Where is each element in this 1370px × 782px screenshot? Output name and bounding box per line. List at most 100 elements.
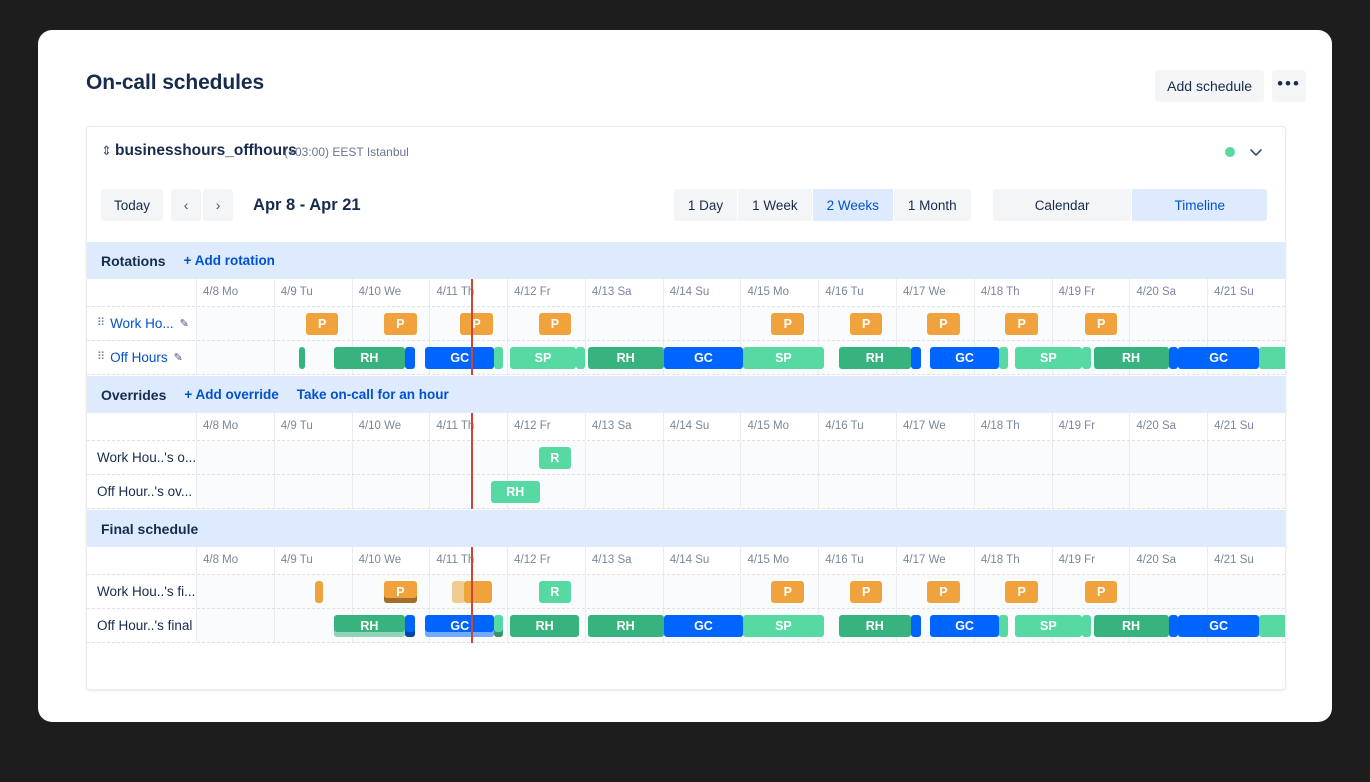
shift-bar-gc[interactable]: GC	[663, 614, 744, 637]
more-actions-button[interactable]: •••	[1272, 70, 1306, 102]
zoom-option-1-day[interactable]: 1 Day	[673, 189, 739, 221]
lane-label[interactable]: ⠿ Off Hours ✎	[87, 341, 197, 374]
lane-label[interactable]: Work Hou..'s fi...	[87, 575, 197, 608]
view-option-calendar[interactable]: Calendar	[992, 189, 1133, 221]
shift-bar-gc[interactable]: GC	[663, 346, 744, 369]
shift-bar-sp[interactable]: SP	[510, 346, 576, 369]
lane-label[interactable]: Off Hour..'s final	[87, 609, 197, 642]
shift-bar-gc[interactable]: GC	[930, 346, 999, 369]
shift-bar[interactable]	[910, 614, 921, 637]
shift-bar[interactable]	[998, 346, 1008, 369]
shift-bar[interactable]	[1081, 346, 1092, 369]
shift-bar[interactable]	[299, 346, 305, 369]
shift-bar-rh[interactable]: RH	[334, 614, 405, 637]
shift-bar-p[interactable]: P	[384, 312, 417, 335]
date-header-cell: 4/19 Fr	[1053, 279, 1131, 306]
shift-bar-sp[interactable]: SP	[1015, 346, 1082, 369]
date-header-cell: 4/12 Fr	[508, 279, 586, 306]
lane-label[interactable]: ⠿ Work Ho... ✎	[87, 307, 197, 340]
shift-bar-p[interactable]: P	[927, 580, 960, 603]
shift-bar[interactable]	[404, 614, 415, 637]
today-button[interactable]: Today	[101, 189, 164, 221]
lane-label[interactable]: Off Hour..'s ov...	[87, 475, 197, 508]
lane-label[interactable]: Work Hou..'s o...	[87, 441, 197, 474]
shift-bar-sp[interactable]: SP	[1258, 614, 1285, 637]
shift-bar-p[interactable]: P	[849, 580, 883, 603]
shift-bar-rh[interactable]: RH	[490, 480, 540, 503]
shift-bar[interactable]	[404, 346, 415, 369]
shift-bar-p[interactable]: P	[1005, 312, 1038, 335]
zoom-option-1-week[interactable]: 1 Week	[738, 189, 813, 221]
section-link-take-on-call-for-an-hour[interactable]: Take on-call for an hour	[297, 387, 449, 402]
section-grid-overrides: 4/8 Mo 4/9 Tu 4/10 We 4/11 Th 4/12 Fr 4/13 Sa…	[87, 413, 1285, 509]
shift-bar-p[interactable]: P	[1084, 312, 1118, 335]
date-header-label: 4/14 Su	[669, 554, 710, 566]
next-period-button[interactable]: ›	[203, 189, 234, 221]
reorder-icon[interactable]: ⇕	[101, 144, 112, 157]
shift-bar-p[interactable]: P	[927, 312, 960, 335]
shift-bar-gc[interactable]: GC	[425, 346, 494, 369]
shift-bar-p[interactable]: P	[1084, 580, 1118, 603]
shift-bar[interactable]	[463, 580, 492, 603]
date-header-cell: 4/18 Th	[975, 413, 1053, 440]
shift-bar-rh[interactable]: RH	[838, 346, 911, 369]
date-header-label: 4/12 Fr	[514, 420, 551, 432]
section-link-add-rotation[interactable]: + Add rotation	[184, 253, 275, 268]
shift-bar-sp[interactable]: SP	[1015, 614, 1082, 637]
shift-bar-r[interactable]: R	[538, 580, 572, 603]
shift-bar-sp[interactable]: SP	[743, 346, 824, 369]
shift-bar-gc[interactable]: GC	[425, 614, 494, 637]
shift-bar-p[interactable]: P	[849, 312, 883, 335]
shift-bar-rh[interactable]: RH	[838, 614, 911, 637]
shift-bar-p[interactable]: P	[1005, 580, 1038, 603]
shift-bar-sp[interactable]: SP	[743, 614, 824, 637]
drag-handle-icon[interactable]: ⠿	[97, 352, 105, 363]
shift-bar[interactable]	[494, 614, 503, 637]
shift-bar[interactable]	[910, 346, 921, 369]
shift-bar-rh[interactable]: RH	[1093, 614, 1169, 637]
shift-bar[interactable]	[314, 580, 324, 603]
shift-bar-gc[interactable]: GC	[1178, 346, 1259, 369]
shift-bar-gc[interactable]: GC	[1178, 614, 1259, 637]
shift-bar-p[interactable]: P	[771, 580, 805, 603]
lane-label-text[interactable]: Off Hours	[110, 350, 168, 365]
add-schedule-button[interactable]: Add schedule	[1155, 70, 1264, 102]
zoom-option-2-weeks[interactable]: 2 Weeks	[812, 189, 894, 221]
shift-bar-rh[interactable]: RH	[1093, 346, 1169, 369]
shift-bar-p[interactable]: P	[305, 312, 339, 335]
shift-bar-rh[interactable]: RH	[587, 614, 664, 637]
edit-pencil-icon[interactable]: ✎	[174, 351, 183, 364]
shift-bar[interactable]	[1081, 614, 1092, 637]
shift-bar-sp[interactable]: SP	[1258, 346, 1285, 369]
shift-bar-rh[interactable]: RH	[510, 614, 579, 637]
shift-bar[interactable]	[1168, 614, 1179, 637]
shift-bar-rh[interactable]: RH	[587, 346, 664, 369]
prev-period-button[interactable]: ‹	[171, 189, 202, 221]
lane-track: PRPPPPP	[197, 575, 1285, 608]
section-grid-rotations: 4/8 Mo 4/9 Tu 4/10 We 4/11 Th 4/12 Fr 4/13 Sa…	[87, 279, 1285, 375]
shift-bar-p[interactable]: P	[538, 312, 572, 335]
section-header-overrides: Overrides + Add override Take on-call for …	[87, 375, 1285, 413]
edit-pencil-icon[interactable]: ✎	[180, 317, 189, 330]
grid-line	[1208, 441, 1285, 474]
section-link-add-override[interactable]: + Add override	[184, 387, 278, 402]
shift-bar[interactable]	[998, 614, 1008, 637]
shift-bar[interactable]	[575, 346, 586, 369]
chevron-down-icon[interactable]	[1245, 141, 1267, 163]
view-option-timeline[interactable]: Timeline	[1132, 189, 1267, 221]
date-header-label: 4/8 Mo	[203, 554, 239, 566]
shift-bar-rh[interactable]: RH	[334, 346, 405, 369]
shift-bar[interactable]	[1168, 346, 1179, 369]
shift-bar-r[interactable]: R	[538, 446, 572, 469]
shift-bar-p[interactable]: P	[460, 312, 493, 335]
lane-track: R	[197, 441, 1285, 474]
zoom-option-1-month[interactable]: 1 Month	[893, 189, 971, 221]
shift-bar-p[interactable]: P	[384, 580, 417, 603]
shift-bar[interactable]	[494, 346, 503, 369]
drag-handle-icon[interactable]: ⠿	[97, 318, 105, 329]
lane-track: RH	[197, 475, 1285, 508]
shift-bar-gc[interactable]: GC	[930, 614, 999, 637]
lane-label-text[interactable]: Work Ho...	[110, 316, 174, 331]
schedule-name[interactable]: businesshours_offhours	[115, 142, 297, 160]
shift-bar-p[interactable]: P	[771, 312, 805, 335]
